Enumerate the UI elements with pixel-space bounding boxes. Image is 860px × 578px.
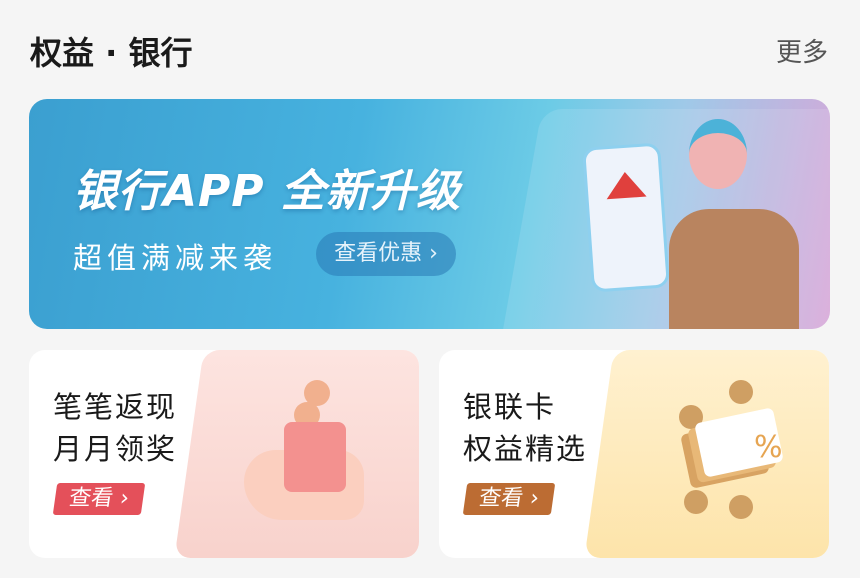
person-illustration-icon: [669, 119, 799, 329]
view-button[interactable]: 查看 ›: [52, 483, 146, 515]
banner-subtitle: 超值满减来袭: [73, 241, 278, 275]
coin-icon: [729, 380, 753, 404]
percent-icon: %: [754, 430, 783, 465]
promo-banner[interactable]: 银行APP 全新升级 超值满减来袭 查看优惠 ›: [29, 99, 830, 329]
coin-icon: [684, 490, 708, 514]
phone-upgrade-icon: [582, 142, 670, 293]
card-title: 银联卡 权益精选: [463, 386, 587, 470]
card-title-line1: 笔笔返现: [53, 390, 178, 424]
cashback-card[interactable]: 笔笔返现月月领奖 查看 ›: [29, 350, 419, 558]
card-title-line2: 权益精选: [463, 432, 588, 466]
view-button[interactable]: 查看 ›: [462, 483, 556, 515]
view-offers-button[interactable]: 查看优惠 ›: [316, 232, 456, 276]
wallet-icon: [284, 422, 346, 492]
card-title: 笔笔返现 月月领奖: [53, 386, 177, 470]
banner-headline: 银行APP 全新升级: [73, 166, 461, 217]
card-title-line2: 月月领奖: [53, 432, 178, 466]
section-title: 权益 · 银行: [30, 34, 193, 72]
card-title-line1: 银联卡: [463, 390, 557, 424]
more-link[interactable]: 更多: [776, 32, 828, 69]
unionpay-card[interactable]: % 银联卡权益精选 查看 ›: [439, 350, 829, 558]
coin-icon: [729, 495, 753, 519]
